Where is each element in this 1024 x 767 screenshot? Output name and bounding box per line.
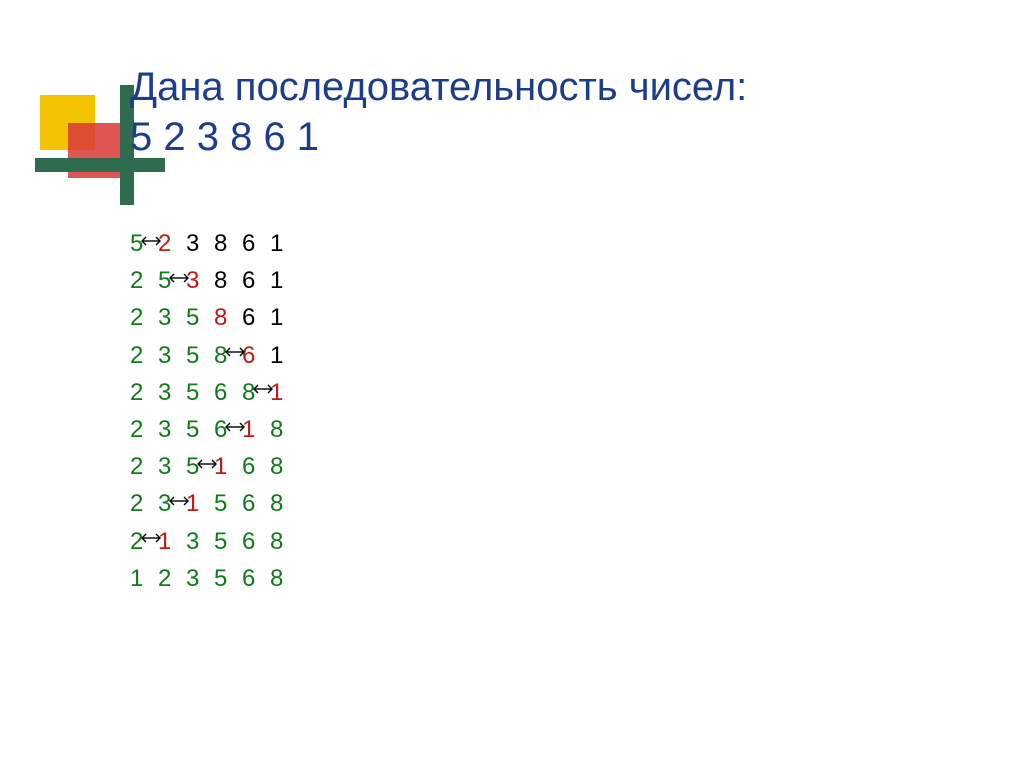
- slide-title: Дана последовательность чисел: 5 2 3 8 6…: [130, 62, 747, 162]
- sort-step-row: 25 3861: [130, 262, 298, 299]
- sort-step-row: 235861: [130, 299, 298, 336]
- sequence-number: 8: [214, 225, 242, 262]
- sequence-number: 3: [158, 448, 186, 485]
- sort-step-row: 23 1568: [130, 485, 298, 522]
- sequence-number: 3: [186, 225, 214, 262]
- sequence-number: 5: [214, 523, 242, 560]
- sort-step-row: 2356 18: [130, 411, 298, 448]
- sequence-number: 6: [242, 299, 270, 336]
- sequence-number: 6: [242, 225, 270, 262]
- sequence-number: 8: [214, 262, 242, 299]
- sequence-number: 6: [214, 374, 242, 411]
- sequence-number: 5: [186, 337, 214, 374]
- swap-arrow-icon: [224, 347, 246, 357]
- swap-arrow-icon: [140, 533, 162, 543]
- sort-step-row: 23568 1: [130, 374, 298, 411]
- sort-step-row: 123568: [130, 560, 298, 597]
- sequence-number: 1: [270, 225, 298, 262]
- sequence-number: 8: [270, 560, 298, 597]
- sequence-number: 6: [242, 485, 270, 522]
- sequence-number: 2: [130, 448, 158, 485]
- sequence-number: 5: [186, 299, 214, 336]
- sequence-number: 5: [214, 485, 242, 522]
- sequence-number: 3: [158, 337, 186, 374]
- sequence-number: 2: [130, 337, 158, 374]
- title-line-1: Дана последовательность чисел:: [130, 62, 747, 112]
- sequence-number: 1: [270, 337, 298, 374]
- sequence-number: 3: [186, 560, 214, 597]
- sequence-number: 3: [158, 299, 186, 336]
- sequence-number: 8: [270, 411, 298, 448]
- sequence-number: 6: [242, 523, 270, 560]
- swap-arrow-icon: [168, 273, 190, 283]
- sequence-number: 1: [158, 523, 186, 560]
- sequence-number: 3: [158, 411, 186, 448]
- sequence-number: 5: [214, 560, 242, 597]
- sequence-number: 1: [186, 485, 214, 522]
- sequence-number: 8: [270, 448, 298, 485]
- sequence-number: 8: [214, 299, 242, 336]
- sequence-number: 2: [130, 262, 158, 299]
- sequence-number: 5: [186, 411, 214, 448]
- sequence-number: 1: [130, 560, 158, 597]
- swap-arrow-icon: [196, 459, 218, 469]
- sequence-number: 6: [242, 262, 270, 299]
- sequence-number: 2: [158, 560, 186, 597]
- sort-step-row: 2358 61: [130, 337, 298, 374]
- title-line-2: 5 2 3 8 6 1: [130, 112, 747, 162]
- sequence-number: 6: [242, 337, 270, 374]
- sequence-number: 3: [186, 262, 214, 299]
- sequence-number: 8: [270, 523, 298, 560]
- swap-arrow-icon: [168, 496, 190, 506]
- sequence-number: 6: [242, 560, 270, 597]
- sequence-number: 3: [186, 523, 214, 560]
- sequence-number: 2: [158, 225, 186, 262]
- swap-arrow-icon: [140, 236, 162, 246]
- sequence-number: 2: [130, 411, 158, 448]
- sequence-number: 1: [270, 299, 298, 336]
- sequence-number: 5: [186, 374, 214, 411]
- sort-step-row: 2 13568: [130, 523, 298, 560]
- sequence-number: 1: [270, 374, 298, 411]
- sort-step-row: 5 23861: [130, 225, 298, 262]
- sequence-number: 1: [214, 448, 242, 485]
- swap-arrow-icon: [224, 422, 246, 432]
- sequence-number: 2: [130, 299, 158, 336]
- sequence-number: 3: [158, 374, 186, 411]
- swap-arrow-icon: [252, 384, 274, 394]
- sequence-number: 1: [242, 411, 270, 448]
- sort-steps-block: 5 2386125 38612358612358 6123568 12356 1…: [130, 225, 298, 597]
- sequence-number: 1: [270, 262, 298, 299]
- sort-step-row: 235 168: [130, 448, 298, 485]
- sequence-number: 2: [130, 374, 158, 411]
- sequence-number: 8: [270, 485, 298, 522]
- sequence-number: 6: [242, 448, 270, 485]
- sequence-number: 2: [130, 485, 158, 522]
